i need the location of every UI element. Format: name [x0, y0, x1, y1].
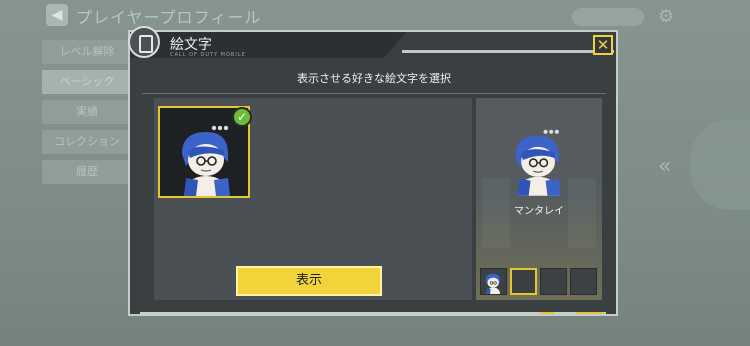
- emoji-slot-4[interactable]: [570, 268, 597, 295]
- show-button[interactable]: 表示: [236, 266, 382, 296]
- gear-icon[interactable]: ⚙: [658, 8, 674, 26]
- emoji-slot-1[interactable]: [480, 268, 507, 295]
- profile-toggle-icon[interactable]: [572, 8, 644, 26]
- preview-panel: マンタレイ: [476, 98, 602, 300]
- emoji-cell-mantaray[interactable]: ✓: [158, 106, 252, 198]
- mantaray-emoji-icon: [174, 120, 240, 196]
- divider: [142, 93, 606, 94]
- preview-emoji-icon: [508, 124, 570, 196]
- emoji-slot-3[interactable]: [540, 268, 567, 295]
- selected-check-icon: ✓: [232, 107, 252, 127]
- chevron-left-icon[interactable]: «: [658, 154, 671, 179]
- footer-accent: [558, 312, 572, 314]
- title-bar-accent-line: [402, 50, 614, 53]
- background-decoration: [690, 120, 750, 210]
- slot-emoji-icon: [482, 270, 505, 294]
- emoji-slot-2[interactable]: [510, 268, 537, 295]
- nav-item-collection[interactable]: コレクション: [42, 130, 132, 154]
- instruction-area: 表示させる好きな絵文字を選択: [138, 64, 610, 94]
- emoji-grid: ✓ 表示: [154, 98, 472, 300]
- nav-item-achievements[interactable]: 実績: [42, 100, 132, 124]
- cod-badge-icon: [128, 26, 160, 58]
- page-title: プレイヤープロフィール: [76, 8, 262, 27]
- footer-accent: [576, 312, 604, 314]
- nav-item-basic[interactable]: ベーシック: [42, 70, 132, 94]
- preview-emoji-name: マンタレイ: [514, 206, 564, 217]
- emoji-modal: 絵文字 CALL OF DUTY MOBILE ✕ 表示させる好きな絵文字を選択: [128, 26, 618, 316]
- brand-label: CALL OF DUTY MOBILE: [170, 52, 246, 58]
- footer-accent: [540, 312, 554, 314]
- instruction-text: 表示させる好きな絵文字を選択: [297, 72, 451, 85]
- background-header: ◀ プレイヤープロフィール ⚙: [0, 0, 750, 30]
- nav-item-level[interactable]: レベル解除: [42, 40, 132, 64]
- footer-line: [140, 312, 606, 314]
- back-arrow-icon[interactable]: ◀: [46, 4, 68, 26]
- close-button[interactable]: ✕: [593, 35, 613, 55]
- nav-item-history[interactable]: 履歴: [42, 160, 132, 184]
- modal-title: 絵文字: [170, 37, 212, 53]
